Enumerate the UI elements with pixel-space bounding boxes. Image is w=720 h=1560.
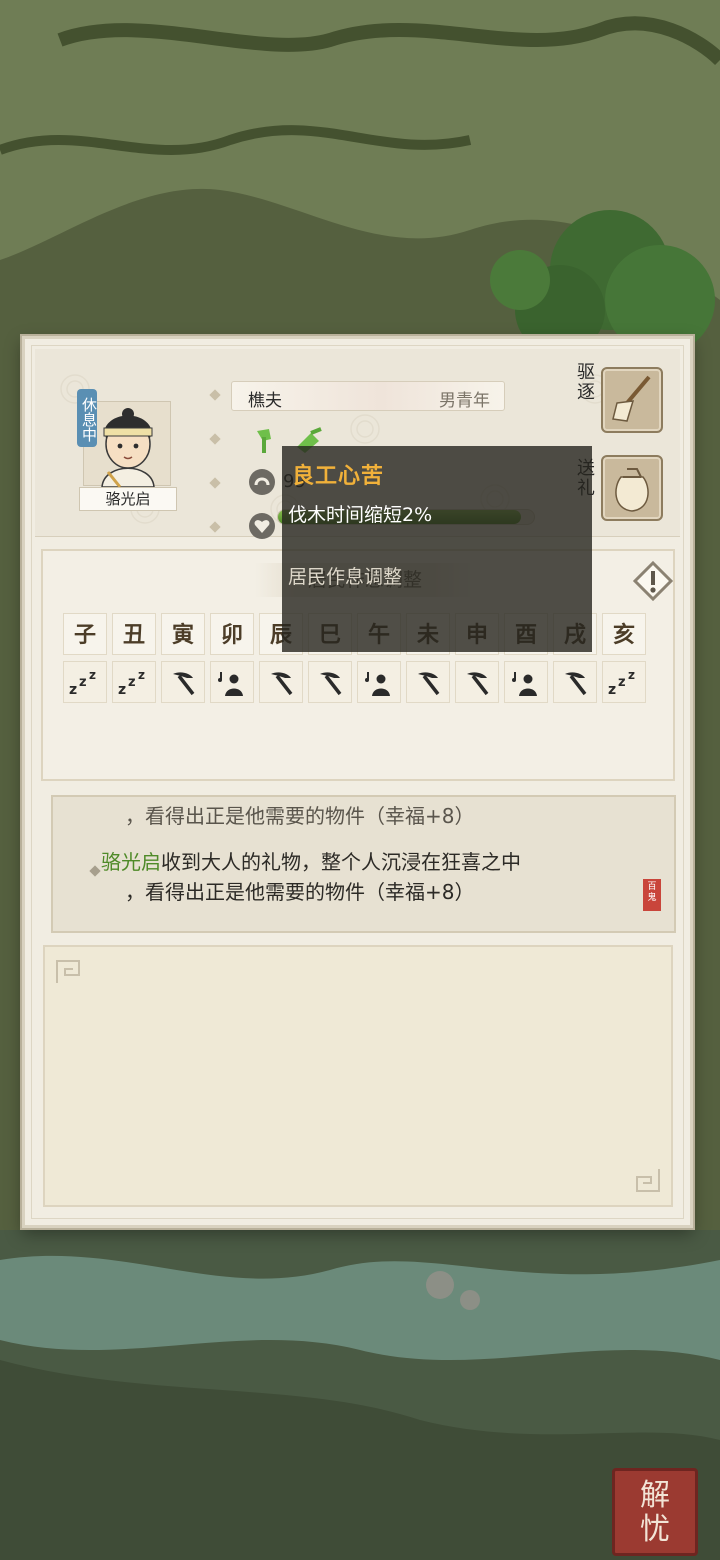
resident-name: 骆光启: [79, 487, 177, 511]
hour-cell: 寅: [161, 613, 205, 655]
tooltip-description: 伐木时间缩短2%: [288, 504, 433, 526]
event-log: ，看得出正是他需要的物件（幸福+8） 骆光启收到大人的礼物，整个人沉浸在狂喜之中…: [51, 795, 676, 933]
warning-icon[interactable]: [633, 561, 673, 601]
axe-icon[interactable]: [161, 661, 205, 703]
log-entry-line2: ，看得出正是他需要的物件（幸福+8）: [125, 880, 475, 904]
svg-text:z: z: [138, 668, 145, 682]
leisure-music-icon[interactable]: [210, 661, 254, 703]
svg-text:z: z: [628, 668, 635, 682]
svg-text:z: z: [618, 675, 626, 690]
axe-icon[interactable]: [455, 661, 499, 703]
hour-cell: 丑: [112, 613, 156, 655]
hour-cell: 子: [63, 613, 107, 655]
gift-button[interactable]: [601, 455, 663, 521]
svg-text:z: z: [69, 682, 77, 698]
log-partial-line: ，看得出正是他需要的物件（幸福+8）: [125, 804, 475, 828]
svg-text:z: z: [89, 668, 96, 682]
notes-area: [43, 945, 673, 1207]
axe-trait-icon[interactable]: [249, 425, 279, 455]
axe-icon[interactable]: [406, 661, 450, 703]
trait-tooltip: 良工心苦 伐木时间缩短2% 居民作息调整: [282, 446, 592, 652]
strength-icon: [249, 469, 275, 495]
gift-bag-icon: [615, 468, 649, 512]
corner-pattern-icon: [636, 1169, 660, 1192]
leisure-music-icon[interactable]: [357, 661, 401, 703]
tooltip-title: 良工心苦: [292, 464, 385, 489]
hour-cell: 卯: [210, 613, 254, 655]
expel-button[interactable]: [601, 367, 663, 433]
sleep-zzz-icon[interactable]: zzz: [63, 661, 107, 703]
expel-label: 驱逐: [577, 362, 595, 403]
log-entry-line: 骆光启收到大人的礼物，整个人沉浸在狂喜之中: [101, 847, 521, 877]
axe-icon[interactable]: [553, 661, 597, 703]
heart-icon: [249, 513, 275, 539]
job-bar: 樵夫 男青年: [231, 381, 505, 411]
age-gender: 男青年: [439, 391, 490, 411]
sleep-zzz-icon[interactable]: zzz: [112, 661, 156, 703]
status-badge: 休息中: [77, 389, 98, 447]
relieve-worry-label: 解忧: [640, 1478, 670, 1547]
leisure-music-icon[interactable]: [504, 661, 548, 703]
log-resident-name[interactable]: 骆光启: [101, 850, 161, 874]
svg-text:z: z: [128, 675, 136, 690]
svg-text:z: z: [118, 682, 126, 698]
tooltip-hint: 居民作息调整: [288, 566, 403, 588]
axe-icon[interactable]: [308, 661, 352, 703]
log-entry-text: 收到大人的礼物，整个人沉浸在狂喜之中: [161, 850, 521, 874]
relieve-worry-button[interactable]: 解忧: [612, 1468, 698, 1556]
corner-pattern-icon: [56, 960, 80, 983]
seal-stamp: 百鬼: [643, 879, 661, 911]
job-name: 樵夫: [248, 391, 282, 411]
broom-icon: [612, 375, 651, 422]
sleep-zzz-icon[interactable]: zzz: [602, 661, 646, 703]
svg-text:z: z: [608, 682, 616, 698]
log-bullet: [89, 865, 101, 877]
svg-text:z: z: [79, 675, 87, 690]
hour-cell: 亥: [602, 613, 646, 655]
axe-icon[interactable]: [259, 661, 303, 703]
